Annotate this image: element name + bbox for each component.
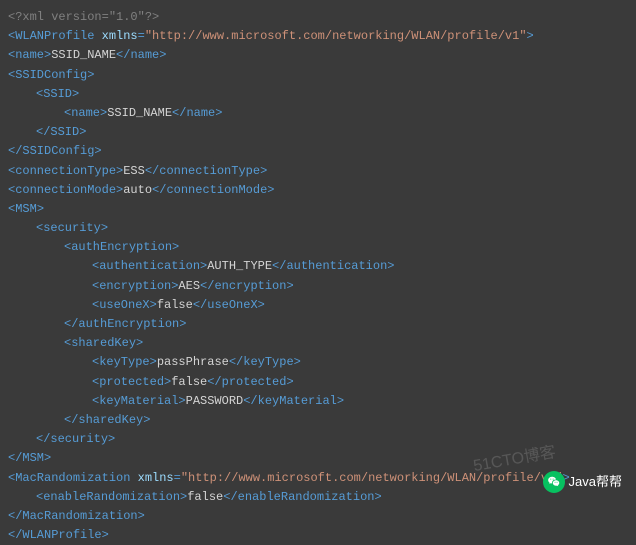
enablerandomization: <enableRandomization>false</enableRandom… [8, 488, 628, 507]
code-block: <?xml version="1.0"?> <WLANProfile xmlns… [8, 8, 628, 545]
ssid-open: <SSID> [8, 85, 628, 104]
authencryption-open: <authEncryption> [8, 238, 628, 257]
ssid-close: </SSID> [8, 123, 628, 142]
authencryption-close: </authEncryption> [8, 315, 628, 334]
ssidconfig-open: <SSIDConfig> [8, 66, 628, 85]
wechat-badge: Java帮帮 [543, 471, 622, 493]
useonex: <useOneX>false</useOneX> [8, 296, 628, 315]
macrandomization-close: </MacRandomization> [8, 507, 628, 526]
security-open: <security> [8, 219, 628, 238]
badge-label: Java帮帮 [569, 472, 622, 493]
wlanprofile-close: </WLANProfile> [8, 526, 628, 545]
keytype: <keyType>passPhrase</keyType> [8, 353, 628, 372]
name-element: <name>SSID_NAME</name> [8, 46, 628, 65]
wlanprofile-open: <WLANProfile xmlns="http://www.microsoft… [8, 27, 628, 46]
authentication: <authentication>AUTH_TYPE</authenticatio… [8, 257, 628, 276]
sharedkey-close: </sharedKey> [8, 411, 628, 430]
security-close: </security> [8, 430, 628, 449]
keymaterial: <keyMaterial>PASSWORD</keyMaterial> [8, 392, 628, 411]
encryption: <encryption>AES</encryption> [8, 277, 628, 296]
protected: <protected>false</protected> [8, 373, 628, 392]
sharedkey-open: <sharedKey> [8, 334, 628, 353]
msm-open: <MSM> [8, 200, 628, 219]
ssid-name: <name>SSID_NAME</name> [8, 104, 628, 123]
msm-close: </MSM> [8, 449, 628, 468]
connectionmode: <connectionMode>auto</connectionMode> [8, 181, 628, 200]
wechat-icon [543, 471, 565, 493]
xml-declaration: <?xml version="1.0"?> [8, 8, 628, 27]
connectiontype: <connectionType>ESS</connectionType> [8, 162, 628, 181]
ssidconfig-close: </SSIDConfig> [8, 142, 628, 161]
macrandomization-open: <MacRandomization xmlns="http://www.micr… [8, 469, 628, 488]
